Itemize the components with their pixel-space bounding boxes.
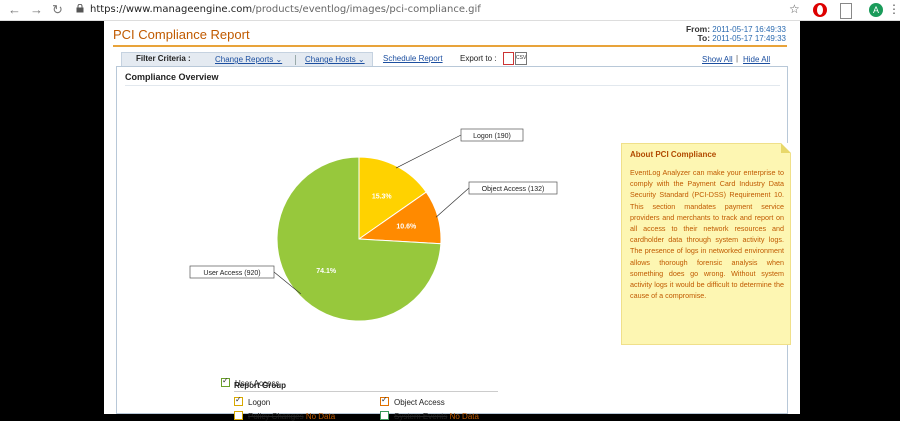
opera-icon[interactable] [813, 3, 827, 17]
hide-all-link[interactable]: Hide All [743, 55, 770, 64]
to-label: To: [697, 33, 711, 43]
callout-label-user-access: User Access (920) [203, 270, 260, 277]
legend-label: Object Access [394, 398, 445, 407]
to-value: 2011-05-17 17:49:33 [712, 34, 786, 43]
legend-label: System Events [394, 412, 448, 421]
legend-item-policy-changes[interactable]: Policy Changes No Data [234, 411, 335, 421]
export-label: Export to : [460, 54, 497, 63]
about-note: About PCI Compliance EventLog Analyzer c… [621, 143, 791, 345]
legend-label: Logon [248, 398, 271, 407]
pie-percent-label-logon: 15.3% [372, 193, 393, 200]
forward-icon[interactable]: → [30, 2, 43, 17]
compliance-overview-panel: Compliance Overview 15.3% Logon (190) 10.6… [116, 66, 791, 421]
callout-line-logon [395, 134, 462, 169]
legend-item-logon[interactable]: Logon [234, 395, 271, 407]
lock-icon [76, 4, 84, 13]
pie-percent-label-object-access: 10.6% [396, 224, 417, 231]
schedule-report-link[interactable]: Schedule Report [383, 54, 443, 63]
callout-label-logon: Logon (190) [473, 133, 511, 140]
legend-item-object-access[interactable]: Object Access [380, 395, 445, 407]
show-all-link[interactable]: Show All [702, 55, 733, 64]
show-hide-separator: | [736, 54, 739, 63]
filter-separator [295, 55, 296, 65]
address-bar[interactable]: https://www.manageengine.com/products/ev… [90, 4, 481, 15]
star-icon[interactable]: ☆ [789, 2, 800, 16]
csv-export-icon[interactable]: CSV [515, 52, 527, 65]
legend-checkbox-logon[interactable] [234, 395, 243, 406]
filter-label: Filter Criteria : [136, 54, 191, 63]
avatar[interactable]: A [869, 3, 883, 17]
from-value: 2011-05-17 16:49:33 [712, 25, 786, 34]
legend-checkbox-user-access[interactable] [221, 376, 230, 387]
legend-divider [234, 391, 498, 392]
reload-icon[interactable]: ↻ [52, 2, 63, 18]
callout-line-object-access [435, 187, 470, 218]
legend-checkbox-object-access[interactable] [380, 395, 389, 406]
report-page: PCI Compliance Report From: 2011-05-17 1… [104, 21, 800, 421]
extension-icon[interactable] [840, 3, 852, 19]
title-divider [113, 45, 787, 47]
url-host: https://www.manageengine.com [90, 4, 253, 15]
legend-label: Policy Changes [248, 412, 304, 421]
legend-item-user-access[interactable]: User Access [221, 376, 280, 388]
browser-toolbar: ← → ↻ https://www.manageengine.com/produ… [0, 0, 900, 21]
menu-icon[interactable]: ⋮ [888, 2, 900, 16]
about-body: EventLog Analyzer can make your enterpri… [630, 168, 784, 301]
pie-percent-label-user-access: 74.1% [316, 268, 337, 275]
page-title: PCI Compliance Report [113, 27, 250, 42]
legend-label: User Access [235, 379, 280, 388]
no-data-text: No Data [305, 412, 336, 421]
note-fold [781, 143, 791, 153]
legend-checkbox-system-events[interactable] [380, 411, 389, 420]
back-icon[interactable]: ← [8, 2, 21, 17]
change-reports-link[interactable]: Change Reports ⌄ [215, 55, 282, 64]
callout-label-object-access: Object Access (132) [482, 186, 545, 193]
about-title: About PCI Compliance [630, 150, 717, 159]
legend-item-system-events[interactable]: System Events No Data [380, 411, 479, 421]
pdf-export-icon[interactable] [503, 52, 514, 65]
url-path: /products/eventlog/images/pci-compliance… [252, 4, 481, 15]
change-hosts-link[interactable]: Change Hosts ⌄ [305, 55, 365, 64]
legend-checkbox-policy-changes[interactable] [234, 411, 243, 420]
date-range: From: 2011-05-17 16:49:33 To: 2011-05-17… [686, 25, 786, 44]
no-data-text: No Data [449, 412, 479, 421]
filter-bar: Filter Criteria : Change Reports ⌄ Chang… [121, 52, 373, 67]
